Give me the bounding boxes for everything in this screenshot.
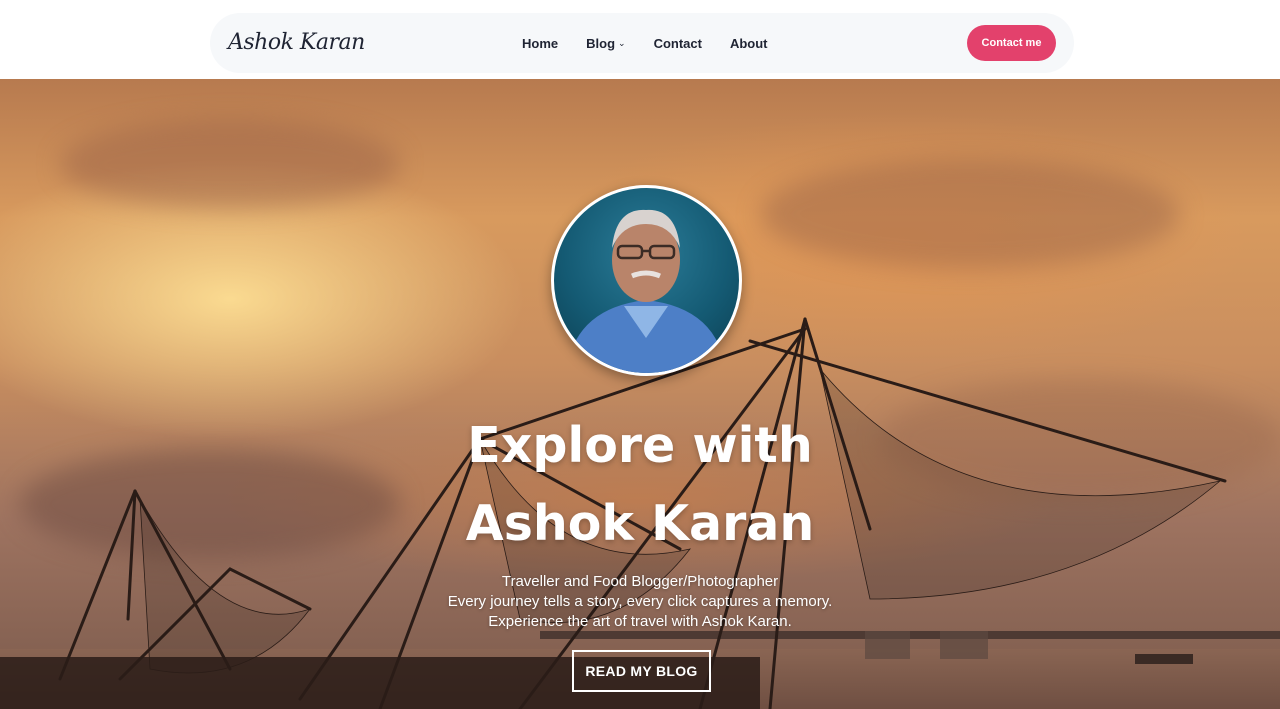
hero-tagline: Traveller and Food Blogger/Photographer … bbox=[340, 572, 940, 632]
tagline-line-2: Every journey tells a story, every click… bbox=[447, 593, 833, 610]
main-nav: Home Blog ⌄ Contact About bbox=[522, 34, 768, 52]
hero-title-line-2: Ashok Karan bbox=[465, 495, 815, 552]
avatar-portrait bbox=[566, 209, 726, 373]
nav-item-label: Contact bbox=[653, 35, 702, 51]
tagline-line-1: Traveller and Food Blogger/Photographer bbox=[501, 573, 779, 590]
nav-item-blog[interactable]: Blog ⌄ bbox=[586, 36, 625, 51]
nav-item-about[interactable]: About bbox=[730, 36, 768, 51]
nav-item-label: Blog bbox=[586, 35, 616, 51]
profile-avatar bbox=[551, 185, 742, 376]
nav-item-label: Home bbox=[522, 35, 559, 51]
tagline-line-3: Experience the art of travel with Ashok … bbox=[488, 613, 792, 630]
nav-item-contact[interactable]: Contact bbox=[654, 36, 702, 51]
hero-title: Explore with Ashok Karan bbox=[390, 407, 890, 563]
hero-section: Explore with Ashok Karan Traveller and F… bbox=[0, 79, 1280, 709]
chevron-down-icon: ⌄ bbox=[618, 37, 626, 48]
read-my-blog-button[interactable]: READ MY BLOG bbox=[572, 650, 711, 692]
contact-me-button[interactable]: Contact me bbox=[967, 25, 1056, 61]
nav-item-home[interactable]: Home bbox=[522, 36, 558, 51]
nav-item-label: About bbox=[729, 35, 768, 51]
hero-title-line-1: Explore with bbox=[467, 417, 813, 474]
site-header: Ashok Karan Home Blog ⌄ Contact About Co… bbox=[0, 0, 1280, 79]
site-logo[interactable]: Ashok Karan bbox=[228, 26, 365, 60]
